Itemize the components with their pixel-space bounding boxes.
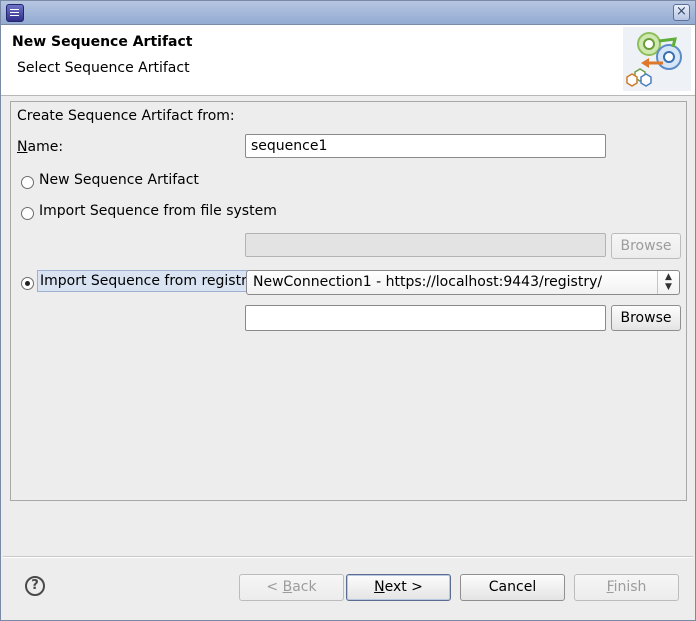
name-label: Name: [17, 139, 64, 155]
chevron-up-down-icon: ▲ ▼ [657, 271, 679, 294]
eclipse-app-icon [6, 4, 24, 22]
wizard-subtitle: Select Sequence Artifact [17, 60, 190, 76]
footer-separator [3, 556, 693, 558]
file-browse-button: Browse [611, 233, 681, 259]
radio-new-sequence-label[interactable]: New Sequence Artifact [39, 172, 199, 188]
radio-import-file-system[interactable] [21, 207, 34, 220]
finish-button: Finish [574, 574, 679, 601]
wizard-title: New Sequence Artifact [12, 34, 193, 50]
close-icon: × [676, 4, 687, 19]
registry-path-input[interactable] [245, 305, 606, 331]
next-button[interactable]: Next > [346, 574, 451, 601]
close-button[interactable]: × [673, 4, 690, 21]
registry-browse-button[interactable]: Browse [611, 305, 681, 331]
back-button: < Back [239, 574, 344, 601]
registry-connection-value: NewConnection1 - https://localhost:9443/… [253, 274, 603, 290]
file-path-input [245, 233, 606, 257]
registry-connection-select[interactable]: NewConnection1 - https://localhost:9443/… [246, 270, 680, 295]
radio-new-sequence[interactable] [21, 176, 34, 189]
wizard-header: New Sequence Artifact Select Sequence Ar… [1, 25, 695, 96]
name-input[interactable]: sequence1 [245, 134, 606, 158]
wizard-content-panel: Create Sequence Artifact from: Name: seq… [10, 101, 687, 501]
help-icon[interactable]: ? [25, 576, 45, 596]
radio-import-registry-label[interactable]: Import Sequence from registry [37, 270, 259, 292]
title-bar[interactable]: × [1, 1, 695, 25]
radio-import-registry[interactable] [21, 277, 34, 290]
wizard-banner-graphic-icon [623, 27, 691, 91]
wizard-dialog: × New Sequence Artifact Select Sequence … [0, 0, 696, 621]
group-label: Create Sequence Artifact from: [17, 108, 235, 124]
cancel-button[interactable]: Cancel [460, 574, 565, 601]
radio-import-file-system-label[interactable]: Import Sequence from file system [39, 203, 277, 219]
